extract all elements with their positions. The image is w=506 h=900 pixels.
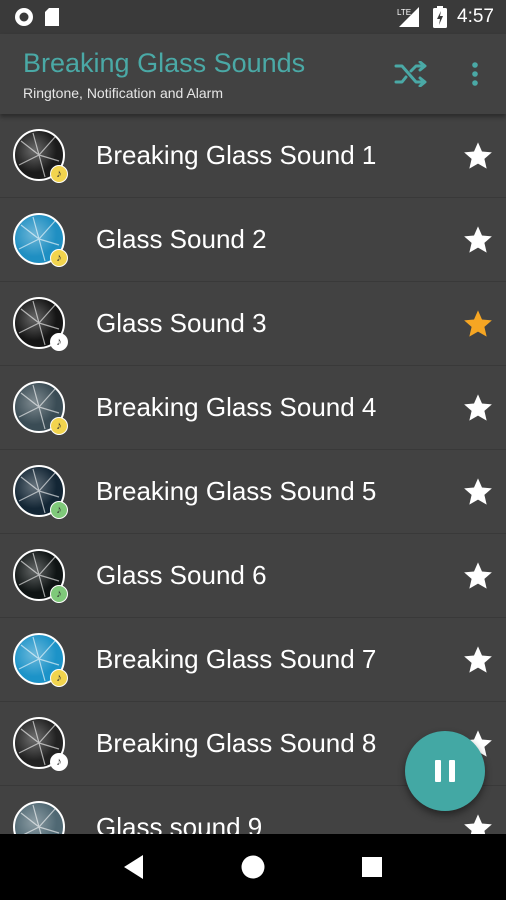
music-note-icon: ♪ [50,417,68,435]
sound-thumbnail [13,801,65,834]
music-note-icon: ♪ [50,669,68,687]
recents-icon [362,857,383,877]
shuffle-icon [394,61,427,87]
music-note-icon: ♪ [50,249,68,267]
favorite-star-icon[interactable] [462,308,494,340]
sd-card-icon [45,8,59,26]
signal-icon: LTE [397,7,420,27]
sound-title: Glass sound 9 [96,812,263,834]
pause-icon [435,760,455,782]
sound-list-item[interactable]: ♪ Breaking Glass Sound 5 [0,450,506,534]
music-note-icon: ♪ [50,165,68,183]
overflow-menu-button[interactable] [462,56,488,92]
favorite-star-icon[interactable] [462,644,494,676]
sound-list-item[interactable]: ♪ Glass Sound 2 [0,198,506,282]
battery-icon [433,6,448,28]
sound-list-item[interactable]: ♪ Glass Sound 3 [0,282,506,366]
home-icon [241,855,265,879]
favorite-star-icon[interactable] [462,476,494,508]
favorite-star-icon[interactable] [462,392,494,424]
pause-button[interactable] [405,731,485,811]
sound-list-item[interactable]: ♪ Glass Sound 6 [0,534,506,618]
sound-title: Breaking Glass Sound 5 [96,476,377,506]
sound-title: Breaking Glass Sound 1 [96,140,377,170]
music-note-icon: ♪ [50,501,68,519]
svg-text:LTE: LTE [397,8,411,17]
sound-title: Glass Sound 6 [96,560,267,590]
circle-status-icon [15,8,33,26]
sound-list-item[interactable]: ♪ Breaking Glass Sound 4 [0,366,506,450]
navigation-bar [0,834,506,900]
back-icon [123,855,143,879]
favorite-star-icon[interactable] [462,224,494,256]
sound-list-item[interactable]: ♪ Breaking Glass Sound 1 [0,114,506,198]
sound-title: Glass Sound 2 [96,224,267,254]
home-button[interactable] [235,849,271,885]
app-bar: Breaking Glass Sounds Ringtone, Notifica… [0,34,506,114]
sound-title: Breaking Glass Sound 8 [96,728,377,758]
more-vert-icon [472,62,478,86]
app-title: Breaking Glass Sounds [23,48,306,78]
favorite-star-icon[interactable] [462,140,494,172]
status-bar: LTE 4:57 [0,0,506,34]
sound-list-item[interactable]: ♪ Breaking Glass Sound 7 [0,618,506,702]
music-note-icon: ♪ [50,753,68,771]
back-button[interactable] [116,849,152,885]
favorite-star-icon[interactable] [462,812,494,834]
recents-button[interactable] [354,849,390,885]
sound-list[interactable]: ♪ Breaking Glass Sound 1 ♪ Glass Sound 2 ♪ Gl… [0,114,506,834]
status-time: 4:57 [457,6,494,27]
app-subtitle: Ringtone, Notification and Alarm [23,85,223,101]
music-note-icon: ♪ [50,585,68,603]
favorite-star-icon[interactable] [462,560,494,592]
music-note-icon: ♪ [50,333,68,351]
sound-title: Glass Sound 3 [96,308,267,338]
shuffle-button[interactable] [392,56,430,92]
sound-title: Breaking Glass Sound 7 [96,644,377,674]
sound-title: Breaking Glass Sound 4 [96,392,377,422]
